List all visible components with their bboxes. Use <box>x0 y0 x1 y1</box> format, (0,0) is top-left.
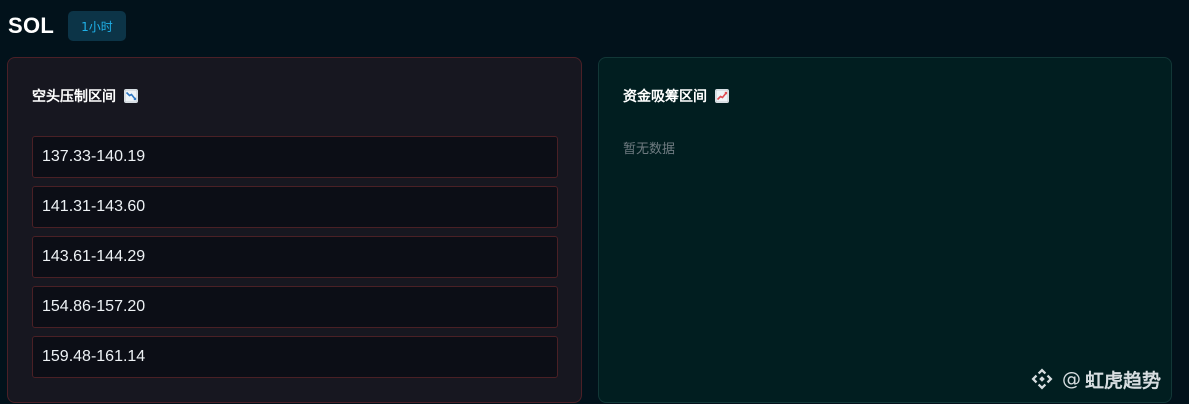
range-row-1[interactable]: 137.33-140.19 <box>32 136 558 178</box>
page-header: SOL 1小时 <box>8 10 126 42</box>
accumulation-title-text: 资金吸筹区间 <box>623 89 707 105</box>
range-row-2[interactable]: 141.31-143.60 <box>32 186 558 228</box>
range-row-4[interactable]: 154.86-157.20 <box>32 286 558 328</box>
brand-watermark: @ 虹虎趋势 <box>1030 364 1161 394</box>
symbol-title: SOL <box>8 13 55 38</box>
short-pressure-panel: 空头压制区间 137.33-140.19 141.31-143.60 143.6… <box>7 57 582 403</box>
accumulation-panel: 资金吸筹区间 暂无数据 <box>598 57 1172 403</box>
accumulation-title: 资金吸筹区间 <box>623 86 729 106</box>
watermark-brand-text: 虹虎趋势 <box>1085 369 1162 392</box>
range-row-5[interactable]: 159.48-161.14 <box>32 336 558 378</box>
watermark-at-symbol: @ <box>1062 368 1081 390</box>
timeframe-badge[interactable]: 1小时 <box>68 11 126 41</box>
short-pressure-title-text: 空头压制区间 <box>32 89 116 105</box>
short-pressure-range-list: 137.33-140.19 141.31-143.60 143.61-144.2… <box>32 136 558 386</box>
binance-diamond-icon <box>1030 367 1054 391</box>
short-pressure-title: 空头压制区间 <box>32 86 138 106</box>
chart-decreasing-icon <box>124 89 138 103</box>
chart-increasing-icon <box>715 89 729 103</box>
accumulation-empty-message: 暂无数据 <box>623 142 676 157</box>
range-row-3[interactable]: 143.61-144.29 <box>32 236 558 278</box>
